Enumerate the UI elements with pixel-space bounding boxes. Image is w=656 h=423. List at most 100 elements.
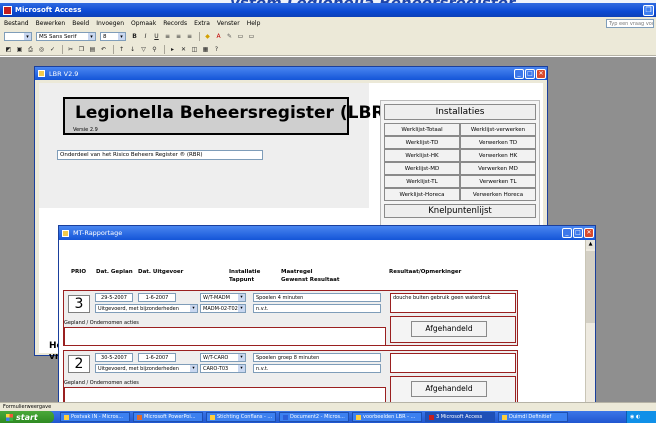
app-titlebar: Microsoft Access ❐ bbox=[0, 3, 656, 17]
maximize-icon[interactable]: □ bbox=[573, 228, 583, 238]
menu-bestand[interactable]: Bestand bbox=[4, 20, 29, 27]
save-icon[interactable]: ▣ bbox=[15, 45, 24, 54]
date-planned-field[interactable]: 30-5-2007 bbox=[95, 353, 133, 362]
menu-help[interactable]: Help bbox=[247, 20, 261, 27]
new-record-icon[interactable]: ▸ bbox=[168, 45, 177, 54]
italic-button[interactable]: I bbox=[141, 32, 150, 41]
minimize-icon[interactable]: _ bbox=[514, 68, 524, 79]
menu-records[interactable]: Records bbox=[163, 20, 187, 27]
menu-beeld[interactable]: Beeld bbox=[72, 20, 89, 27]
werklijst-tl-button[interactable]: Werklijst-TL bbox=[384, 175, 460, 188]
align-center-icon[interactable]: ≡ bbox=[174, 32, 183, 41]
database-window-icon[interactable]: ◫ bbox=[190, 45, 199, 54]
afgehandeld-button[interactable]: Afgehandeld bbox=[411, 381, 487, 397]
sort-descending-icon[interactable]: ↓ bbox=[128, 45, 137, 54]
taskbar-item-voorbeelden[interactable]: voorbeelden LBR - ... bbox=[352, 412, 422, 422]
menu-venster[interactable]: Venster bbox=[217, 20, 240, 27]
print-icon[interactable]: ⎙ bbox=[26, 45, 35, 54]
gewenst-resultaat-field[interactable]: n.v.t. bbox=[253, 364, 381, 373]
date-done-field[interactable]: 1-6-2007 bbox=[138, 353, 176, 362]
start-button[interactable]: start bbox=[0, 411, 54, 423]
form-icon bbox=[38, 70, 45, 77]
installation-combo[interactable]: W/T-MADM ▾ bbox=[200, 293, 246, 302]
paste-icon[interactable]: ▤ bbox=[88, 45, 97, 54]
maatregel-field[interactable]: Spoelen groep 8 minuten bbox=[253, 353, 381, 362]
filter-icon[interactable]: ▽ bbox=[139, 45, 148, 54]
scroll-thumb[interactable] bbox=[586, 251, 595, 323]
view-icon[interactable]: ◩ bbox=[4, 45, 13, 54]
underline-button[interactable]: U bbox=[152, 32, 161, 41]
werklijst-td-button[interactable]: Werklijst-TD bbox=[384, 136, 460, 149]
werklijst-verwerken-button[interactable]: Werklijst-verwerken bbox=[460, 123, 536, 136]
new-object-icon[interactable]: ▦ bbox=[201, 45, 210, 54]
verwerken-hk-button[interactable]: Verwerken HK bbox=[460, 149, 536, 162]
lbr-window-titlebar[interactable]: LBR V2.9 _ □ ✕ bbox=[35, 67, 547, 80]
minimize-icon[interactable]: _ bbox=[562, 228, 572, 238]
cut-icon[interactable]: ✂ bbox=[66, 45, 75, 54]
verwerken-md-button[interactable]: Verwerken MD bbox=[460, 162, 536, 175]
verwerken-td-button[interactable]: Verwerken TD bbox=[460, 136, 536, 149]
prio-field[interactable]: 3 bbox=[68, 295, 90, 313]
restore-icon[interactable]: ❐ bbox=[643, 4, 654, 16]
status-combo[interactable]: Uitgevoerd, met bijzonderheden ▾ bbox=[95, 304, 198, 313]
taskbar-item-outlook[interactable]: Postvak IN - Micros... bbox=[60, 412, 130, 422]
font-color-icon[interactable]: A bbox=[214, 32, 223, 41]
line-color-icon[interactable]: ✎ bbox=[225, 32, 234, 41]
taskbar-item-document2[interactable]: Document2 - Micros... bbox=[279, 412, 349, 422]
resultaat-input[interactable]: douche buiten gebruik geen waterdruk bbox=[390, 293, 516, 313]
menu-bewerken[interactable]: Bewerken bbox=[36, 20, 66, 27]
font-size-combo[interactable]: 8 ▾ bbox=[100, 32, 126, 41]
tappunt-combo[interactable]: MADM-02-T02 ▾ bbox=[200, 304, 246, 313]
access-app-icon bbox=[3, 5, 12, 15]
line-width-icon[interactable]: ▭ bbox=[236, 32, 245, 41]
spelling-icon[interactable]: ✓ bbox=[48, 45, 57, 54]
afgehandeld-button[interactable]: Afgehandeld bbox=[411, 321, 487, 337]
tray-icons[interactable]: ◉ ◐ bbox=[630, 414, 640, 420]
taskbar-item-conflans[interactable]: Stichting Conflans - ... bbox=[206, 412, 276, 422]
close-icon[interactable]: ✕ bbox=[536, 68, 546, 79]
scroll-up-icon[interactable]: ▲ bbox=[586, 240, 595, 249]
maatregel-field[interactable]: Spoelen 4 minuten bbox=[253, 293, 381, 302]
verwerken-horeca-button[interactable]: Verwerken Horeca bbox=[460, 188, 536, 201]
werklijst-horeca-button[interactable]: Werklijst-Horeca bbox=[384, 188, 460, 201]
gewenst-resultaat-field[interactable]: n.v.t. bbox=[253, 304, 381, 313]
sort-ascending-icon[interactable]: ↑ bbox=[117, 45, 126, 54]
taskbar-item-powerpoint[interactable]: Microsoft PowerPoi... bbox=[133, 412, 203, 422]
werklijst-hk-button[interactable]: Werklijst-HK bbox=[384, 149, 460, 162]
menu-opmaak[interactable]: Opmaak bbox=[131, 20, 156, 27]
installation-combo[interactable]: W/T-CARO ▾ bbox=[200, 353, 246, 362]
find-icon[interactable]: ⚲ bbox=[150, 45, 159, 54]
align-left-icon[interactable]: ≡ bbox=[163, 32, 172, 41]
mt-window-titlebar[interactable]: MT-Rapportage _ □ ✕ bbox=[59, 226, 595, 240]
bold-button[interactable]: B bbox=[130, 32, 139, 41]
object-combo[interactable]: ▾ bbox=[4, 32, 32, 41]
date-planned-field[interactable]: 29-5-2007 bbox=[95, 293, 133, 302]
fill-color-icon[interactable]: ◆ bbox=[203, 32, 212, 41]
font-name-combo[interactable]: MS Sans Serif ▾ bbox=[36, 32, 96, 41]
verwerken-tl-button[interactable]: Verwerken TL bbox=[460, 175, 536, 188]
taskbar-item-duimdl[interactable]: Duimdl Definitief bbox=[498, 412, 568, 422]
delete-record-icon[interactable]: ✕ bbox=[179, 45, 188, 54]
undo-icon[interactable]: ↶ bbox=[99, 45, 108, 54]
copy-icon[interactable]: ❐ bbox=[77, 45, 86, 54]
print-preview-icon[interactable]: ◎ bbox=[37, 45, 46, 54]
werklijst-md-button[interactable]: Werklijst-MD bbox=[384, 162, 460, 175]
maximize-icon[interactable]: □ bbox=[525, 68, 535, 79]
close-icon[interactable]: ✕ bbox=[584, 228, 594, 238]
align-right-icon[interactable]: ≡ bbox=[185, 32, 194, 41]
status-combo[interactable]: Uitgevoerd, met bijzonderheden ▾ bbox=[95, 364, 198, 373]
date-done-field[interactable]: 1-6-2007 bbox=[138, 293, 176, 302]
tappunt-combo[interactable]: CARO-T03 ▾ bbox=[200, 364, 246, 373]
menu-invoegen[interactable]: Invoegen bbox=[96, 20, 124, 27]
prio-field[interactable]: 2 bbox=[68, 355, 90, 373]
vertical-scrollbar[interactable]: ▲ bbox=[585, 240, 595, 406]
knelpuntenlijst-button[interactable]: Knelpuntenlijst bbox=[384, 204, 536, 218]
taskbar-item-access[interactable]: 3 Microsoft Access bbox=[425, 412, 495, 422]
help-search-input[interactable]: Typ een vraag voor hulp bbox=[606, 19, 654, 28]
werklijst-totaal-button[interactable]: Werklijst-Totaal bbox=[384, 123, 460, 136]
resultaat-input[interactable] bbox=[390, 353, 516, 373]
gepland-acties-input[interactable] bbox=[64, 327, 386, 346]
help-icon[interactable]: ? bbox=[212, 45, 221, 54]
menu-extra[interactable]: Extra bbox=[194, 20, 210, 27]
border-style-icon[interactable]: ▭ bbox=[247, 32, 256, 41]
